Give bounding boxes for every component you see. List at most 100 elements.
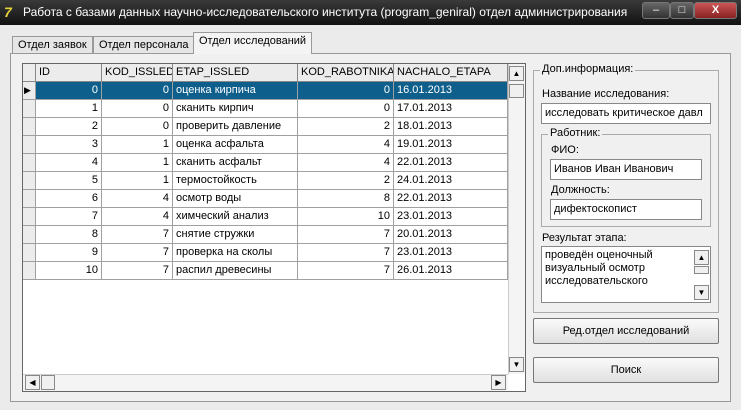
scroll-down-icon[interactable]: ▼: [509, 357, 524, 372]
vertical-scrollbar[interactable]: ▲ ▼: [508, 64, 525, 374]
grid-cell[interactable]: снятие стружки: [173, 226, 298, 244]
grid-cell[interactable]: распил древесины: [173, 262, 298, 280]
research-name-field[interactable]: исследовать критическое давл: [541, 103, 711, 124]
scroll-left-icon[interactable]: ◀: [25, 375, 40, 390]
grid-cell[interactable]: 7: [36, 208, 102, 226]
row-indicator[interactable]: [23, 244, 36, 262]
grid-cell[interactable]: 8: [298, 190, 394, 208]
grid-cell[interactable]: проверка на сколы: [173, 244, 298, 262]
hscroll-thumb[interactable]: [41, 375, 55, 390]
grid-cell[interactable]: 17.01.2013: [394, 100, 508, 118]
grid-cell[interactable]: 24.01.2013: [394, 172, 508, 190]
table-row[interactable]: ▶ 0 0 оценка кирпича 0 16.01.2013: [23, 82, 508, 100]
grid-cell[interactable]: 16.01.2013: [394, 82, 508, 100]
grid-cell[interactable]: 7: [102, 244, 173, 262]
close-button[interactable]: X: [694, 2, 737, 19]
row-indicator[interactable]: [23, 226, 36, 244]
result-scroll-up-icon[interactable]: ▲: [694, 250, 709, 265]
grid-cell[interactable]: химческий анализ: [173, 208, 298, 226]
grid-cell[interactable]: проверить давление: [173, 118, 298, 136]
grid-cell[interactable]: 2: [298, 172, 394, 190]
row-indicator[interactable]: [23, 208, 36, 226]
grid-cell[interactable]: 7: [102, 226, 173, 244]
maximize-button[interactable]: □: [670, 2, 694, 19]
grid-cell[interactable]: 7: [298, 244, 394, 262]
grid-cell[interactable]: 10: [36, 262, 102, 280]
grid-cell[interactable]: 4: [298, 154, 394, 172]
grid-cell[interactable]: 4: [102, 190, 173, 208]
column-header[interactable]: KOD_RABOTNIKA: [298, 64, 394, 82]
grid-cell[interactable]: 23.01.2013: [394, 208, 508, 226]
grid-cell[interactable]: 4: [298, 136, 394, 154]
grid-cell[interactable]: сканить асфальт: [173, 154, 298, 172]
row-indicator[interactable]: [23, 262, 36, 280]
grid-cell[interactable]: оценка кирпича: [173, 82, 298, 100]
grid-cell[interactable]: оценка асфальта: [173, 136, 298, 154]
edit-research-button[interactable]: Ред.отдел исследований: [533, 318, 719, 344]
row-indicator[interactable]: ▶: [23, 82, 36, 100]
grid-cell[interactable]: 1: [36, 100, 102, 118]
grid-cell[interactable]: 10: [298, 208, 394, 226]
grid-cell[interactable]: 19.01.2013: [394, 136, 508, 154]
table-row[interactable]: 3 1 оценка асфальта 4 19.01.2013: [23, 136, 508, 154]
table-row[interactable]: 6 4 осмотр воды 8 22.01.2013: [23, 190, 508, 208]
table-row[interactable]: 4 1 сканить асфальт 4 22.01.2013: [23, 154, 508, 172]
grid-cell[interactable]: 7: [298, 226, 394, 244]
result-scroll-down-icon[interactable]: ▼: [694, 285, 709, 300]
grid-cell[interactable]: 1: [102, 154, 173, 172]
grid-cell[interactable]: 0: [298, 100, 394, 118]
grid-cell[interactable]: 6: [36, 190, 102, 208]
grid-cell[interactable]: 5: [36, 172, 102, 190]
minimize-button[interactable]: –: [642, 2, 670, 19]
grid-cell[interactable]: 18.01.2013: [394, 118, 508, 136]
scroll-thumb[interactable]: [509, 84, 524, 98]
scroll-up-icon[interactable]: ▲: [509, 66, 524, 81]
research-grid[interactable]: ID KOD_ISSLED ETAP_ISSLED KOD_RABOTNIKA NACH…: [22, 63, 526, 392]
table-row[interactable]: 8 7 снятие стружки 7 20.01.2013: [23, 226, 508, 244]
table-row[interactable]: 9 7 проверка на сколы 7 23.01.2013: [23, 244, 508, 262]
grid-cell[interactable]: 3: [36, 136, 102, 154]
grid-cell[interactable]: термостойкость: [173, 172, 298, 190]
position-field[interactable]: дифектоскопист: [550, 199, 702, 220]
grid-cell[interactable]: 22.01.2013: [394, 154, 508, 172]
column-header[interactable]: KOD_ISSLED: [102, 64, 173, 82]
fio-field[interactable]: Иванов Иван Иванович: [550, 159, 702, 180]
horizontal-scrollbar[interactable]: ◀ ▶: [23, 374, 508, 391]
grid-cell[interactable]: 0: [298, 82, 394, 100]
search-button[interactable]: Поиск: [533, 357, 719, 383]
scroll-right-icon[interactable]: ▶: [491, 375, 506, 390]
result-textarea[interactable]: проведён оценочный визуальный осмотр исс…: [541, 246, 711, 303]
grid-cell[interactable]: сканить кирпич: [173, 100, 298, 118]
grid-cell[interactable]: 2: [36, 118, 102, 136]
grid-cell[interactable]: 1: [102, 172, 173, 190]
table-row[interactable]: 10 7 распил древесины 7 26.01.2013: [23, 262, 508, 280]
tab-personnel[interactable]: Отдел персонала: [93, 36, 195, 54]
grid-cell[interactable]: 26.01.2013: [394, 262, 508, 280]
column-header[interactable]: NACHALO_ETAPA: [394, 64, 508, 82]
table-row[interactable]: 5 1 термостойкость 2 24.01.2013: [23, 172, 508, 190]
grid-cell[interactable]: 7: [102, 262, 173, 280]
grid-cell[interactable]: 7: [298, 262, 394, 280]
grid-cell[interactable]: 0: [102, 82, 173, 100]
row-indicator[interactable]: [23, 118, 36, 136]
grid-cell[interactable]: 1: [102, 136, 173, 154]
tab-research[interactable]: Отдел исследований: [193, 32, 313, 54]
row-indicator[interactable]: [23, 154, 36, 172]
grid-cell[interactable]: 20.01.2013: [394, 226, 508, 244]
grid-cell[interactable]: 2: [298, 118, 394, 136]
table-row[interactable]: 2 0 проверить давление 2 18.01.2013: [23, 118, 508, 136]
row-indicator[interactable]: [23, 136, 36, 154]
grid-cell[interactable]: 0: [102, 118, 173, 136]
grid-cell[interactable]: 8: [36, 226, 102, 244]
grid-cell[interactable]: 23.01.2013: [394, 244, 508, 262]
table-row[interactable]: 1 0 сканить кирпич 0 17.01.2013: [23, 100, 508, 118]
column-header[interactable]: ID: [36, 64, 102, 82]
grid-cell[interactable]: 9: [36, 244, 102, 262]
row-indicator[interactable]: [23, 172, 36, 190]
row-indicator[interactable]: [23, 100, 36, 118]
grid-cell[interactable]: 4: [36, 154, 102, 172]
grid-cell[interactable]: 4: [102, 208, 173, 226]
grid-cell[interactable]: 22.01.2013: [394, 190, 508, 208]
grid-cell[interactable]: 0: [102, 100, 173, 118]
grid-cell[interactable]: 0: [36, 82, 102, 100]
